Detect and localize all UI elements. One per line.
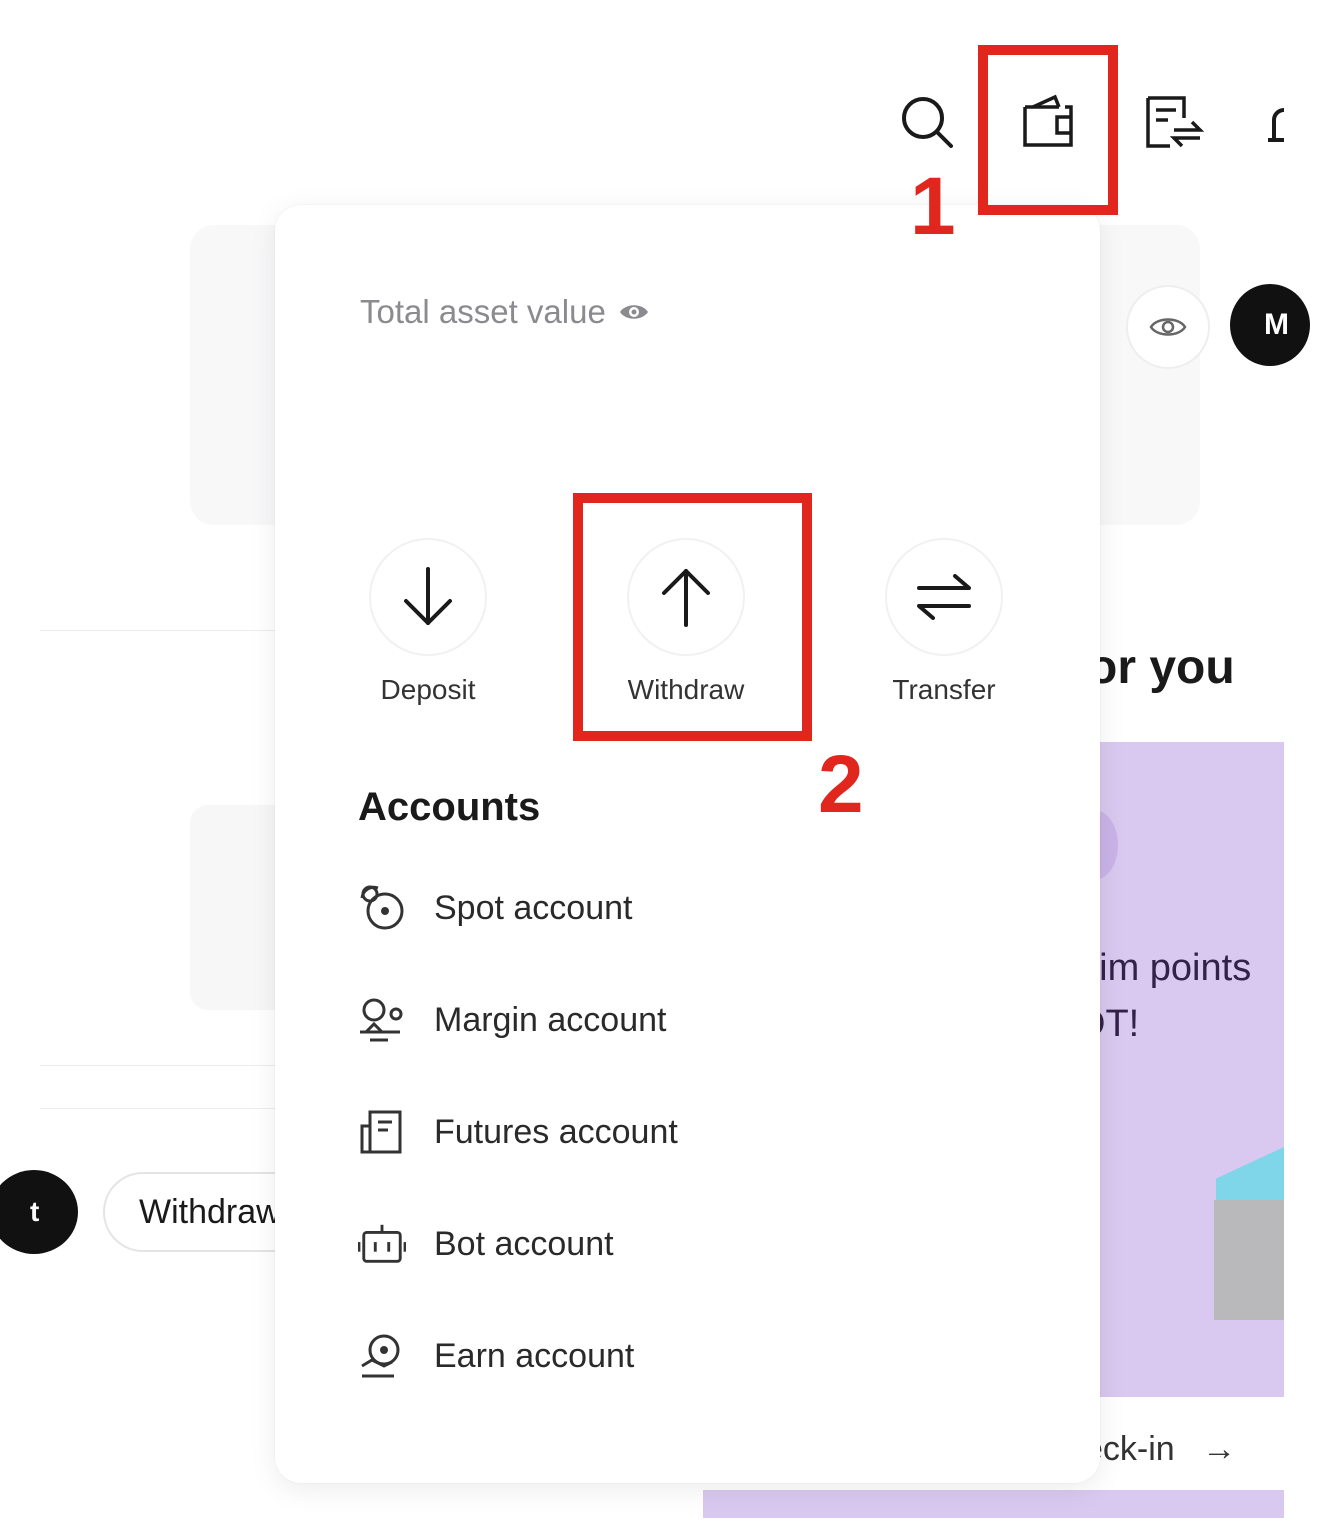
account-label: Margin account <box>434 1000 667 1039</box>
background-right-section: or you aim points DT! eck-in → <box>1100 0 1284 1538</box>
deposit-icon-circle <box>369 538 487 656</box>
transfer-label: Transfer <box>892 674 996 705</box>
bell-icon <box>1268 108 1284 142</box>
eye-icon[interactable] <box>618 301 650 323</box>
account-label: Bot account <box>434 1224 614 1263</box>
bot-icon <box>358 1220 406 1268</box>
earn-icon <box>358 1332 406 1380</box>
account-item-bot[interactable]: Bot account <box>358 1220 614 1268</box>
accounts-heading: Accounts <box>358 785 541 829</box>
total-asset-label-text: Total asset value <box>360 293 606 330</box>
annotation-number-step1: 1 <box>910 161 956 252</box>
transfer-button[interactable]: Transfer <box>849 538 1039 706</box>
account-label: Earn account <box>434 1336 635 1375</box>
divider <box>40 1108 280 1109</box>
spot-icon <box>358 884 406 932</box>
account-item-spot[interactable]: Spot account <box>358 884 632 932</box>
annotation-number-step2: 2 <box>818 739 864 830</box>
arrow-down-icon <box>404 567 452 625</box>
orders-button[interactable] <box>1144 92 1204 152</box>
account-label: Futures account <box>434 1112 678 1151</box>
account-item-futures[interactable]: Futures account <box>358 1108 678 1156</box>
notifications-button[interactable] <box>1264 100 1284 148</box>
section-heading: or you <box>1100 641 1235 694</box>
transfer-icon <box>917 574 971 620</box>
search-button[interactable] <box>897 92 957 152</box>
margin-icon <box>358 996 406 1044</box>
account-label: Spot account <box>434 888 633 927</box>
account-item-margin[interactable]: Margin account <box>358 996 666 1044</box>
checkin-link[interactable]: eck-in → <box>1100 1430 1236 1469</box>
total-asset-value-label: Total asset value <box>360 293 650 331</box>
futures-icon <box>358 1108 406 1156</box>
search-icon <box>902 97 953 148</box>
account-item-earn[interactable]: Earn account <box>358 1332 634 1380</box>
deposit-label: Deposit <box>380 674 476 705</box>
deposit-button[interactable]: Deposit <box>333 538 523 706</box>
transfer-icon-circle <box>885 538 1003 656</box>
promo-text: aim points DT! <box>1100 947 1252 1045</box>
divider <box>40 1065 280 1066</box>
cube-graphic <box>1214 1200 1284 1320</box>
orders-icon <box>1146 96 1204 148</box>
annotation-box-step2 <box>573 493 812 741</box>
wallet-dropdown <box>275 205 1100 1483</box>
arrow-right-icon: → <box>1202 1430 1237 1468</box>
avatar[interactable]: t <box>0 1170 78 1254</box>
annotation-box-step1 <box>978 45 1118 215</box>
divider <box>40 630 280 631</box>
